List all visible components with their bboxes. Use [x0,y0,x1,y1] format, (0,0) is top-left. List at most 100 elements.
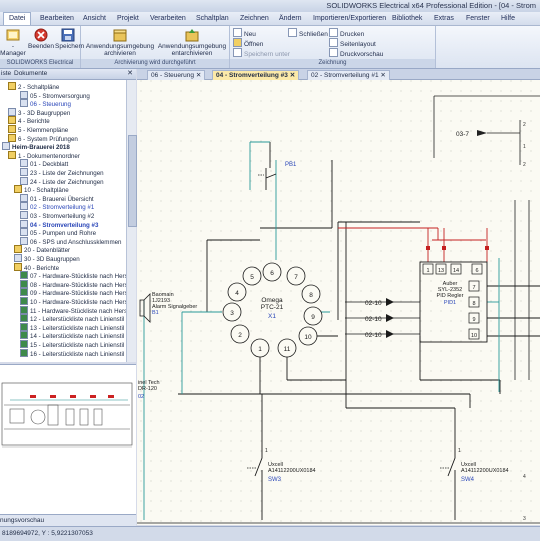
tab-04-stromverteilung-3[interactable]: 04 - Stromverteilung #3 ✕ [212,70,300,80]
schematic-svg: 2 1 2 03-7 PB1 6 7 8 9 10 11 1 2 3 4 5 Ome… [137,80,540,525]
tree-item[interactable]: 07 - Hardware-Stückliste nach Hersteller [20,271,126,280]
tree-item[interactable]: 05 - Pumpen und Rohre [20,228,96,237]
tab-ansicht[interactable]: Ansicht [78,13,111,24]
tree-item[interactable]: 08 - Hardware-Stückliste nach Hersteller [20,279,126,289]
tree-item[interactable]: 02 - Stromverteilung #1 [20,202,94,211]
tree-item[interactable]: 16 - Leiterstückliste nach Linienstil [20,348,124,358]
sw3-tag: SW3 [268,477,282,483]
tree-item[interactable]: 4 - Berichte [8,116,50,125]
tab-bibliothek[interactable]: Bibliothek [387,13,427,24]
tab-06-steuerung[interactable]: 06 - Steuerung ✕ [147,70,206,80]
tree-item[interactable]: 24 - Liste der Zeichnungen [20,176,104,186]
document-icon [20,236,28,245]
tree-item[interactable]: 14 - Leiterstückliste nach Linienstil [20,331,124,340]
tree-item[interactable]: 10 - Schaltpläne [14,185,69,194]
folder-icon [8,116,16,125]
tree-item[interactable]: 11 - Hardware-Stückliste nach Hersteller [20,305,126,315]
auber-pin-1: 1 [426,268,429,274]
tree-item[interactable]: 10 - Hardware-Stückliste nach Hersteller [20,297,126,306]
tab-importieren-exportieren[interactable]: Importieren/Exportieren [308,13,391,24]
panel-close-icon[interactable]: ✕ [127,69,133,79]
tree-item[interactable]: 5 - Klemmenpläne [8,125,68,134]
cursor-coordinates: 8189694972, Y : 5,9221307053 [2,530,93,537]
tree-item[interactable]: 06 - SPS und Anschlussklemmen [20,236,121,246]
tree-scrollbar[interactable] [126,80,137,362]
open-icon [233,38,242,47]
tree-item[interactable]: 09 - Hardware-Stückliste nach Hersteller [20,288,126,297]
folder-icon [8,133,16,142]
document-icon [20,99,28,108]
tree-item[interactable]: 13 - Leiterstückliste nach Linienstil [20,322,124,332]
close-icon [34,28,48,42]
panel-prefix: iste [1,70,12,77]
speichern-unter-button[interactable]: Speichern unter [233,48,290,59]
tree-item[interactable]: 01 - Deckblatt [20,159,68,168]
tree-item[interactable]: 30 - 3D Baugruppen [14,254,80,263]
pin-8: 8 [309,292,313,299]
document-icon [20,348,28,357]
tab-bearbeiten[interactable]: Bearbeiten [35,13,79,24]
tab-fenster[interactable]: Fenster [461,13,495,24]
tab-02-stromverteilung-1[interactable]: 02 - Stromverteilung #1 ✕ [307,70,390,80]
entarchivieren-button[interactable]: Anwendungsumgebung entarchivieren [157,28,227,57]
tree-item[interactable]: 06 - Steuerung [20,99,71,108]
tree-item[interactable]: Heim-Brauerei 2018 [2,142,70,151]
baomain-tag: B1 [152,310,159,316]
tab-close-icon[interactable]: ✕ [196,72,201,79]
tab-datei[interactable]: Datei [3,12,32,25]
tab-projekt[interactable]: Projekt [112,13,144,24]
schliessen-button[interactable]: Schließen [288,28,328,39]
speichern-button[interactable]: Speichern [55,28,85,50]
scrollbar-thumb[interactable] [128,135,137,227]
tree-item[interactable]: 15 - Leiterstückliste nach Linienstil [20,340,124,349]
tab-schaltplan[interactable]: Schaltplan [191,13,234,24]
tree-item[interactable]: 03 - Stromverteilung #2 [20,211,94,220]
baomain-desc: Alarm Signalgeber [152,304,197,310]
tab-extras[interactable]: Extras [429,13,459,24]
schematic-canvas[interactable]: 2 1 2 03-7 PB1 6 7 8 9 10 11 1 2 3 4 5 Ome… [137,80,540,525]
group-zeichnung: Neu Öffnen Speichern unter Schließen Dru… [230,26,436,68]
tab-close-icon[interactable]: ✕ [290,72,295,79]
beenden-button[interactable]: Beenden [28,28,54,50]
new-icon [233,28,242,37]
pin-10: 10 [304,334,312,341]
tree-item[interactable]: 05 - Stromversorgung [20,90,90,100]
tab-close-icon[interactable]: ✕ [380,72,385,79]
tab-verarbeiten[interactable]: Verarbeiten [145,13,191,24]
tab-aendern[interactable]: Ändern [274,13,307,24]
tree-item[interactable]: 23 - Liste der Zeichnungen [20,168,104,177]
manager-button[interactable]: -Manager [0,28,26,57]
tab-zeichnen[interactable]: Zeichnen [235,13,274,24]
tree-item[interactable]: 01 - Brauerei Übersicht [20,193,94,203]
pin-3: 3 [230,310,234,317]
folder-icon [14,245,22,254]
tree-item[interactable]: 04 - Stromverteilung #3 [20,219,98,229]
document-icon [20,202,28,211]
tree-item[interactable]: 6 - System Prüfungen [8,133,78,143]
tree-item[interactable]: 20 - Datenblätter [14,245,70,254]
speichern-label: Speichern [55,43,85,50]
tree-item[interactable]: 1 - Dokumentenordner [8,150,80,160]
preview-caption: nungsvorschau [0,514,136,526]
page-layout-icon [329,38,338,47]
tree-item[interactable]: 3 - 3D Baugruppen [8,107,70,117]
marker-1-top: 1 [523,144,526,150]
tab-hilfe[interactable]: Hilfe [496,13,520,24]
auber-pin-8: 8 [472,301,475,307]
document-icon [20,219,28,228]
tab-06-steuerung-label: 06 - Steuerung [151,72,195,79]
archivieren-button[interactable]: Anwendungsumgebung archivieren [85,28,155,57]
marker-2b-top: 2 [523,162,526,168]
tree-item[interactable]: 2 - Schaltpläne [8,82,59,91]
document-icon [20,159,28,168]
druckvorschau-button[interactable]: Druckvorschau [329,48,383,59]
document-icon [20,322,28,331]
tree-item[interactable]: 12 - Leiterstückliste nach Linienstil [20,314,124,323]
documents-panel-title[interactable]: Dokumente [14,69,47,79]
marker-2-top: 2 [523,122,526,128]
ref-03-7-label: 03-7 [456,131,469,138]
tree-item[interactable]: 40 - Berichte [14,262,59,272]
group-solidworks-electrical: -Manager Beenden Speichern SOLIDWORKS El… [0,26,85,68]
group-archivierung: Anwendungsumgebung archivieren Anwendung… [81,26,230,68]
folder-icon [14,185,22,194]
